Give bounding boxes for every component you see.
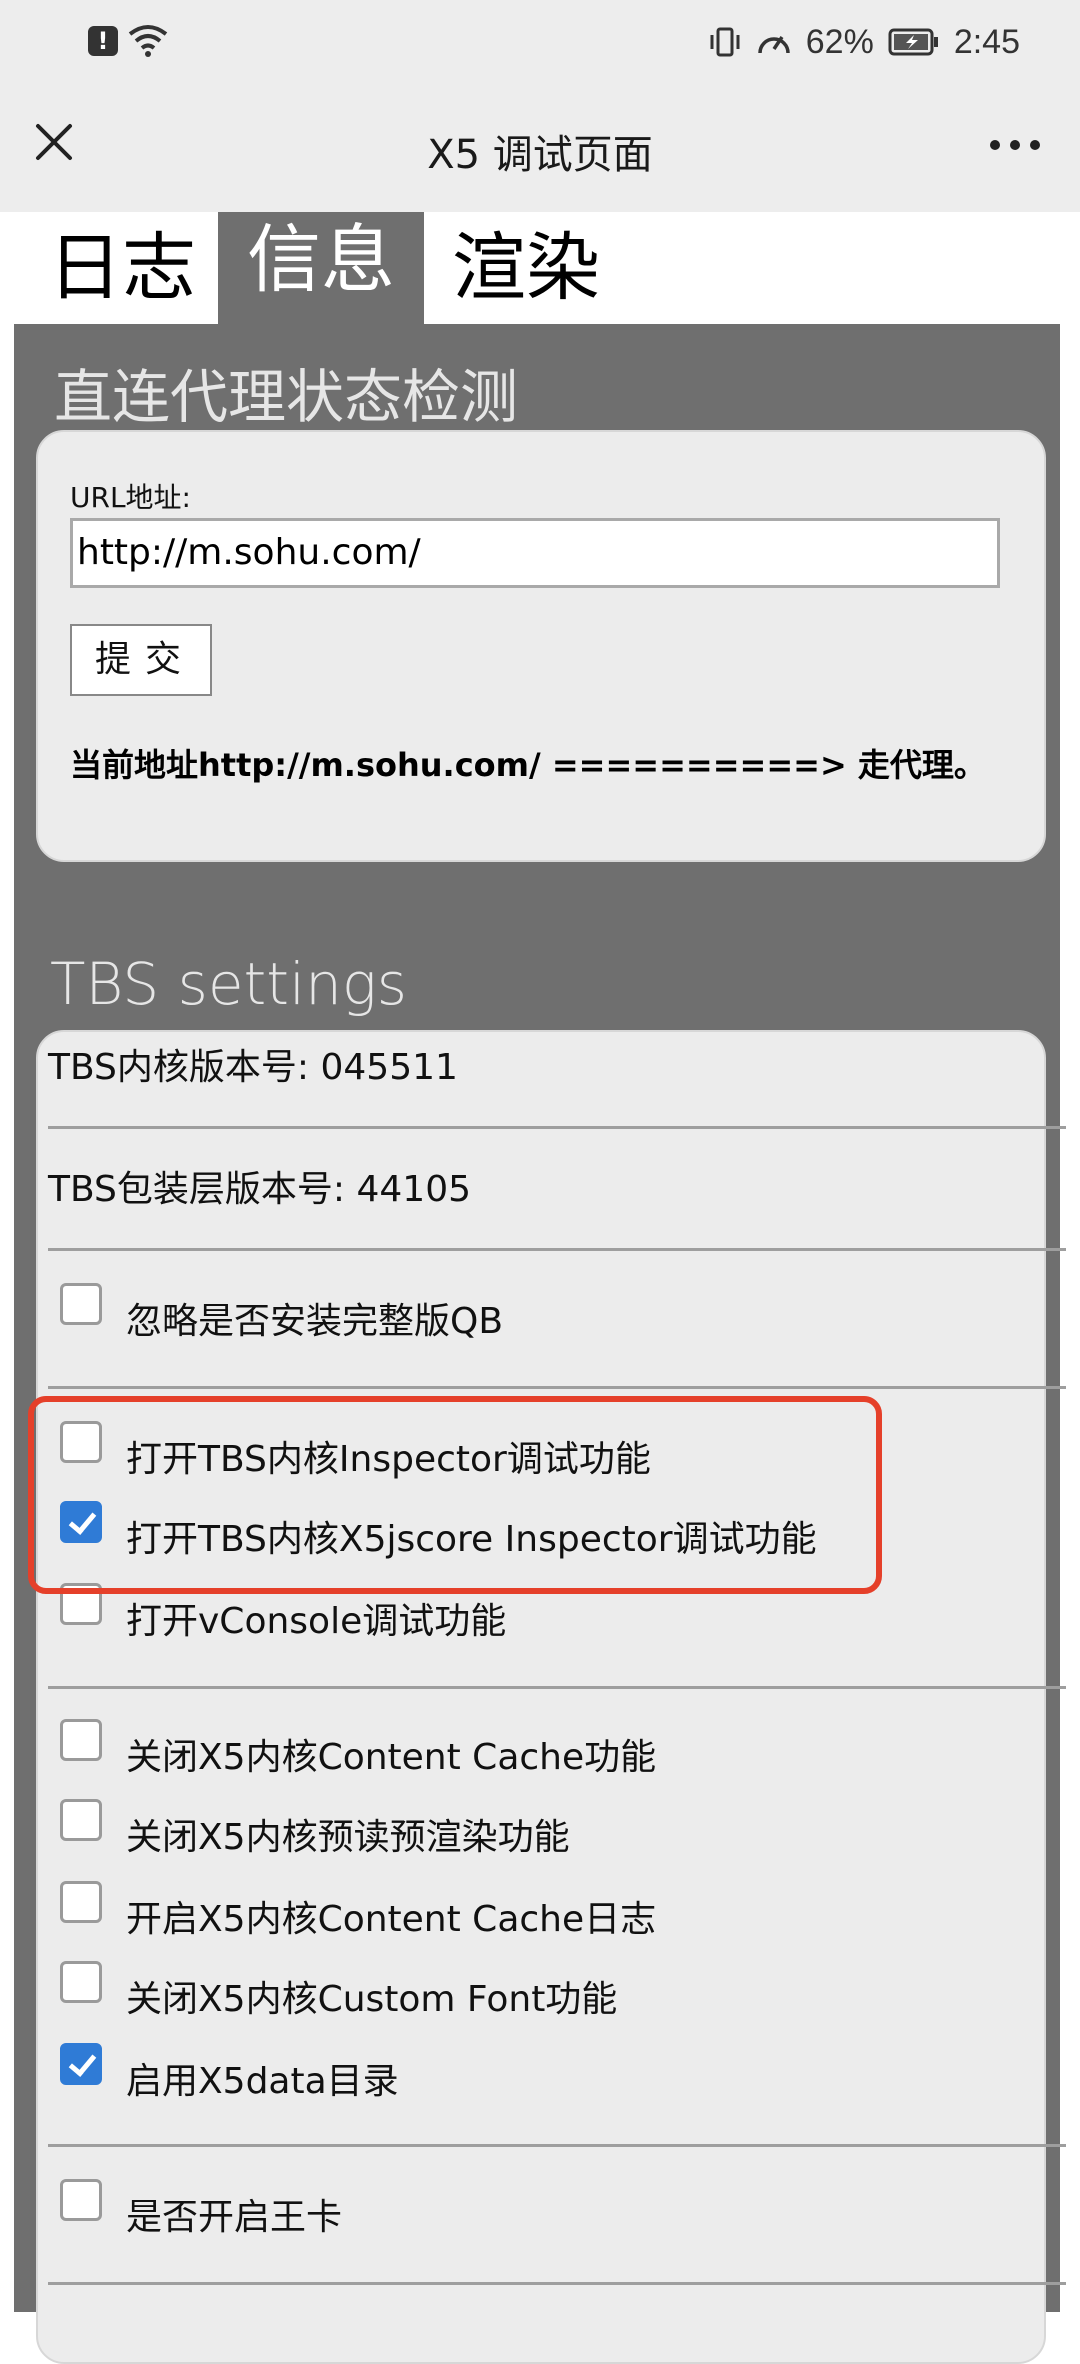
wrapper-version: TBS包装层版本号: 44105: [48, 1169, 472, 1210]
option-disable-custom-font[interactable]: 关闭X5内核Custom Font功能: [60, 1956, 617, 2020]
tab-log[interactable]: 日志: [48, 212, 198, 324]
option-x5data-dir[interactable]: 启用X5data目录: [60, 2038, 399, 2102]
checkbox[interactable]: [60, 1881, 102, 1923]
option-label: 关闭X5内核Custom Font功能: [126, 1979, 618, 2020]
option-label: 开启X5内核Content Cache日志: [126, 1899, 657, 1940]
url-label: URL地址:: [70, 481, 191, 514]
checkbox[interactable]: [60, 1719, 102, 1761]
tbs-panel: TBS内核版本号: 045511 TBS包装层版本号: 44105 忽略是否安装…: [36, 1030, 1066, 2364]
divider: [48, 1686, 1066, 1689]
option-label: 关闭X5内核预读预渲染功能: [126, 1817, 570, 1858]
divider: [48, 1126, 1066, 1129]
page-title: X5 调试页面: [427, 132, 653, 178]
battery-percent: 62%: [805, 22, 874, 61]
tab-info[interactable]: 信息: [218, 212, 424, 324]
option-label: 启用X5data目录: [126, 2061, 399, 2102]
checkbox[interactable]: [60, 1961, 102, 2003]
proxy-status-text: 当前地址http://m.sohu.com/ ==========> 走代理。: [70, 746, 986, 784]
checkbox[interactable]: [60, 1799, 102, 1841]
option-label: 关闭X5内核Content Cache功能: [126, 1737, 657, 1778]
nav-bar: X5 调试页面: [0, 84, 1080, 212]
url-input[interactable]: http://m.sohu.com/: [70, 518, 1000, 588]
vibrate-icon: [710, 27, 740, 57]
option-content-cache-log[interactable]: 开启X5内核Content Cache日志: [60, 1876, 656, 1940]
submit-button[interactable]: 提交: [70, 624, 212, 696]
divider: [48, 1248, 1066, 1251]
checkbox-checked[interactable]: [60, 2043, 102, 2085]
option-label: 打开vConsole调试功能: [126, 1601, 507, 1642]
option-ignore-qb[interactable]: 忽略是否安装完整版QB: [60, 1278, 503, 1342]
proxy-section-title: 直连代理状态检测: [54, 363, 519, 431]
option-disable-content-cache[interactable]: 关闭X5内核Content Cache功能: [60, 1714, 656, 1778]
wifi-icon: [128, 25, 168, 57]
option-wangka[interactable]: 是否开启王卡: [60, 2174, 342, 2238]
info-content: 直连代理状态检测 URL地址: http://m.sohu.com/ 提交 当前…: [14, 324, 1066, 2364]
tab-render[interactable]: 渲染: [452, 212, 612, 324]
option-label: 忽略是否安装完整版QB: [126, 1301, 504, 1342]
tbs-section-title: TBS settings: [50, 950, 407, 1018]
more-dots-icon[interactable]: [990, 140, 1040, 150]
option-disable-prerender[interactable]: 关闭X5内核预读预渲染功能: [60, 1794, 570, 1858]
checkbox[interactable]: [60, 1283, 102, 1325]
battery-charging-icon: [888, 28, 938, 56]
proxy-panel: URL地址: http://m.sohu.com/ 提交 当前地址http://…: [36, 430, 1046, 862]
status-bar: ! 62% 2:45: [0, 0, 1080, 84]
speedometer-icon: [758, 36, 790, 54]
divider: [48, 2144, 1066, 2147]
divider: [48, 1386, 1066, 1389]
divider: [48, 2282, 1066, 2285]
clock-time: 2:45: [953, 22, 1020, 61]
option-label: 是否开启王卡: [126, 2197, 343, 2238]
checkbox[interactable]: [60, 2179, 102, 2221]
tab-bar: 日志 信息 渲染: [0, 212, 1080, 324]
kernel-version: TBS内核版本号: 045511: [48, 1047, 458, 1088]
highlight-box: [28, 1396, 882, 1594]
alert-icon: !: [88, 26, 118, 56]
